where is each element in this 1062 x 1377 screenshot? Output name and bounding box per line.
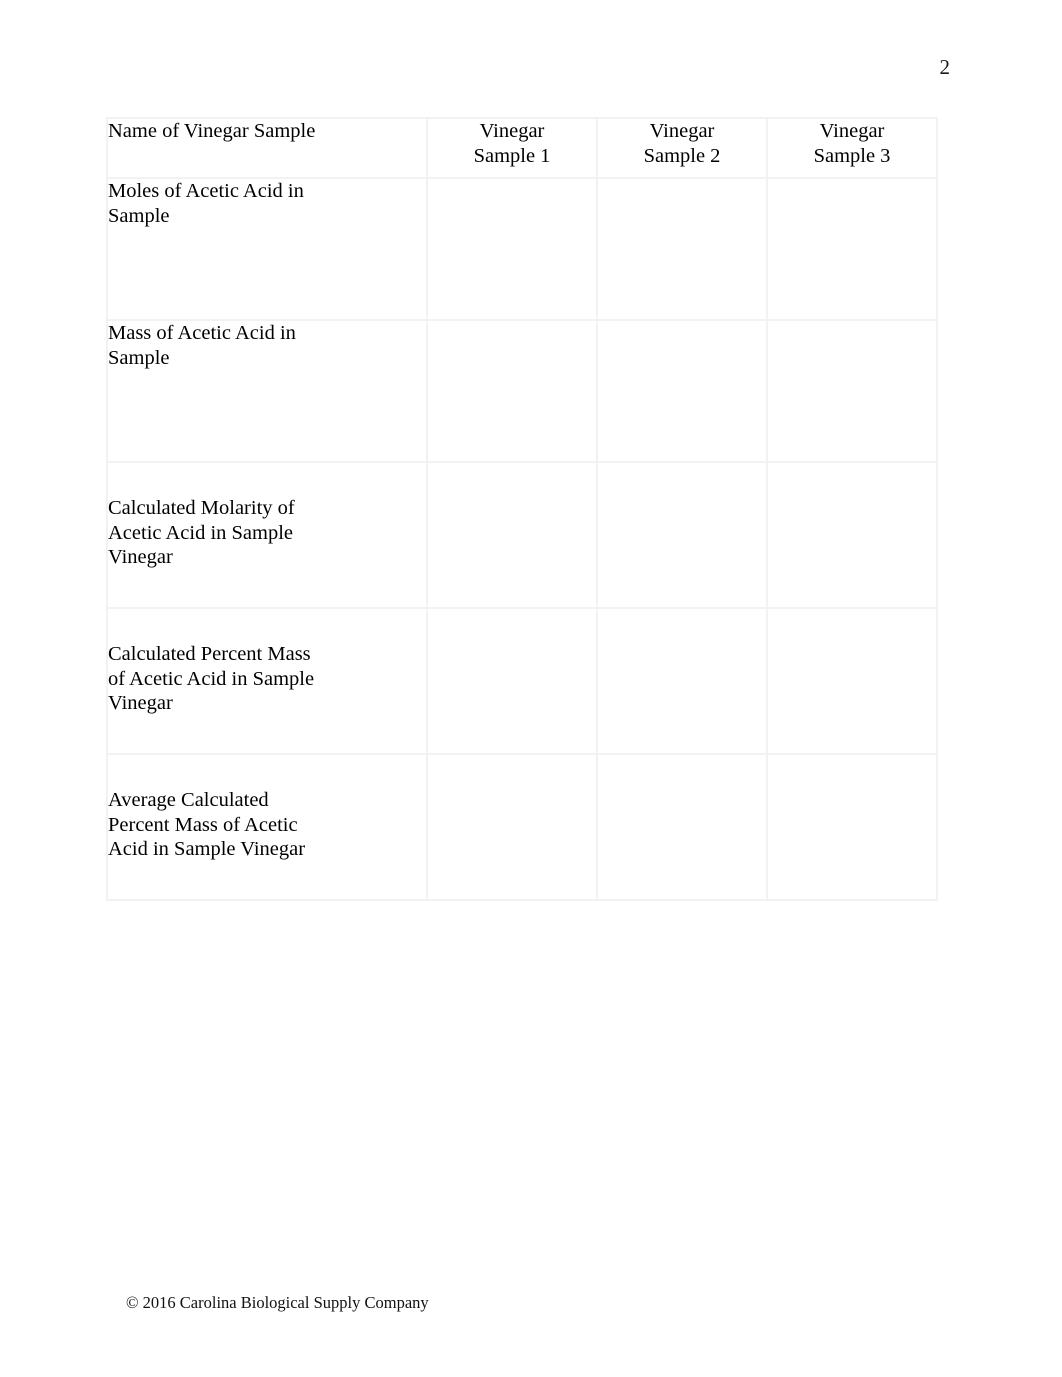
row-label-line: Acid in Sample Vinegar <box>108 838 306 860</box>
entry-cell-average-percent-mass-sample-1[interactable] <box>426 753 598 901</box>
document-page: 2 Name of Vinegar Sample Vinegar Sample … <box>0 0 1062 1377</box>
row-label-moles-of-acetic-acid-in-sample: Moles of Acetic Acid in Sample <box>106 177 428 321</box>
entry-cell-mass-sample-1[interactable] <box>426 319 598 463</box>
table-row: Calculated Percent Mass of Acetic Acid i… <box>106 607 938 755</box>
row-label-line: Sample <box>108 204 170 227</box>
entry-cell-mass-sample-2[interactable] <box>596 319 768 463</box>
footer-copyright: © 2016 Carolina Biological Supply Compan… <box>126 1293 429 1312</box>
row-label-calculated-percent-mass-of-acetic-acid: Calculated Percent Mass of Acetic Acid i… <box>106 607 428 755</box>
column-header-line: Vinegar <box>819 120 885 142</box>
column-header-vinegar-sample-1: Vinegar Sample 1 <box>426 117 598 179</box>
entry-cell-percent-mass-sample-1[interactable] <box>426 607 598 755</box>
column-header-name-of-vinegar-sample: Name of Vinegar Sample <box>106 117 428 179</box>
row-label-line: Average Calculated <box>108 789 269 811</box>
column-header-vinegar-sample-3: Vinegar Sample 3 <box>766 117 938 179</box>
row-label-line: Calculated Percent Mass <box>108 643 311 665</box>
entry-cell-mass-sample-3[interactable] <box>766 319 938 463</box>
entry-cell-percent-mass-sample-3[interactable] <box>766 607 938 755</box>
table-row: Calculated Molarity of Acetic Acid in Sa… <box>106 461 938 609</box>
table-body: Moles of Acetic Acid in Sample Mass of A… <box>106 177 938 901</box>
row-label-mass-of-acetic-acid-in-sample: Mass of Acetic Acid in Sample <box>106 319 428 463</box>
table-row: Average Calculated Percent Mass of Aceti… <box>106 753 938 901</box>
table-row: Moles of Acetic Acid in Sample <box>106 177 938 321</box>
column-header-line: Sample 2 <box>643 145 721 167</box>
entry-cell-moles-sample-2[interactable] <box>596 177 768 321</box>
entry-cell-average-percent-mass-sample-3[interactable] <box>766 753 938 901</box>
data-table-container: Name of Vinegar Sample Vinegar Sample 1 … <box>106 117 938 901</box>
column-header-vinegar-sample-2: Vinegar Sample 2 <box>596 117 768 179</box>
table-header-row: Name of Vinegar Sample Vinegar Sample 1 … <box>106 117 938 179</box>
column-header-line: Sample 3 <box>813 145 891 167</box>
row-label-line: Moles of Acetic Acid in <box>108 180 304 202</box>
row-label-calculated-molarity-of-acetic-acid: Calculated Molarity of Acetic Acid in Sa… <box>106 461 428 609</box>
table-header: Name of Vinegar Sample Vinegar Sample 1 … <box>106 117 938 179</box>
row-label-line: Mass of Acetic Acid in <box>108 322 296 344</box>
row-label-line: Vinegar <box>108 692 173 714</box>
entry-cell-moles-sample-3[interactable] <box>766 177 938 321</box>
row-label-line: Percent Mass of Acetic <box>108 813 298 836</box>
column-header-line: Sample 1 <box>473 145 551 167</box>
table-row: Mass of Acetic Acid in Sample <box>106 319 938 463</box>
column-header-line: Vinegar <box>479 120 545 142</box>
row-label-line: of Acetic Acid in Sample <box>108 667 315 690</box>
entry-cell-moles-sample-1[interactable] <box>426 177 598 321</box>
row-label-average-calculated-percent-mass: Average Calculated Percent Mass of Aceti… <box>106 753 428 901</box>
row-label-line: Vinegar <box>108 546 173 568</box>
row-label-line: Sample <box>108 346 170 369</box>
row-label-line: Calculated Molarity of <box>108 497 295 519</box>
entry-cell-molarity-sample-2[interactable] <box>596 461 768 609</box>
entry-cell-percent-mass-sample-2[interactable] <box>596 607 768 755</box>
page-number: 2 <box>939 55 951 79</box>
row-label-line: Acetic Acid in Sample <box>108 521 294 544</box>
entry-cell-molarity-sample-3[interactable] <box>766 461 938 609</box>
entry-cell-average-percent-mass-sample-2[interactable] <box>596 753 768 901</box>
entry-cell-molarity-sample-1[interactable] <box>426 461 598 609</box>
column-header-line: Vinegar <box>649 120 715 142</box>
vinegar-data-table: Name of Vinegar Sample Vinegar Sample 1 … <box>106 117 938 901</box>
